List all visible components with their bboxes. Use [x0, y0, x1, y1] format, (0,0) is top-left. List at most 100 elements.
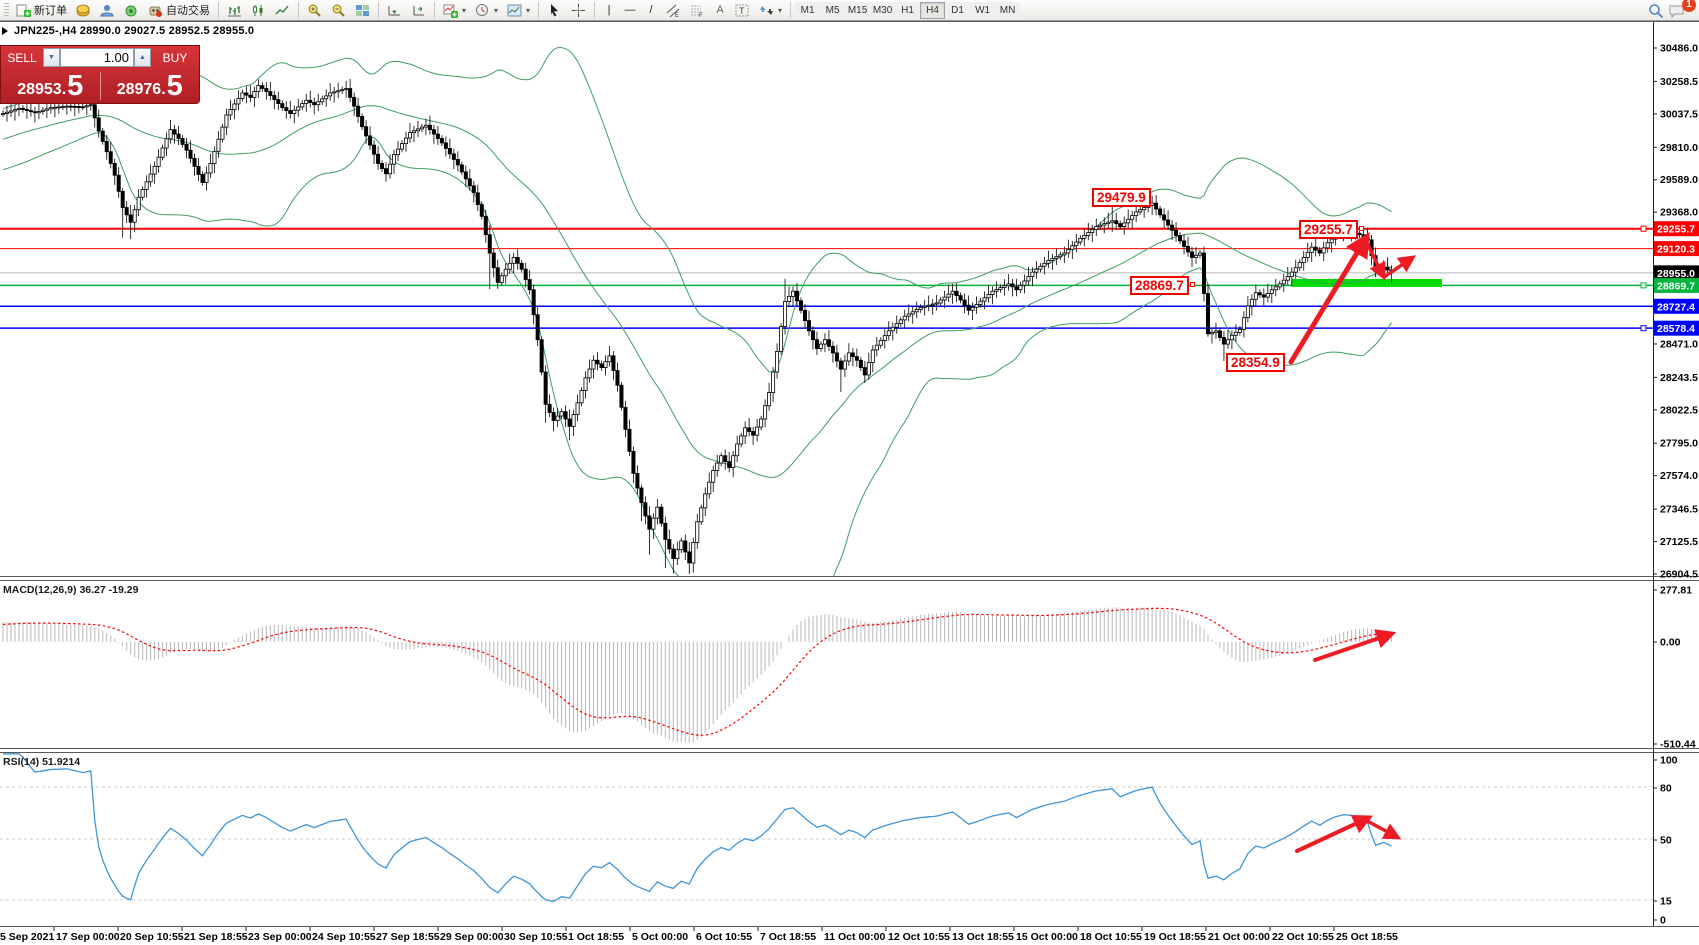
timeframe-m5[interactable]: M5 — [820, 2, 845, 19]
buy-button[interactable]: BUY — [151, 46, 199, 69]
timeframe-m30[interactable]: M30 — [870, 2, 895, 19]
auto-scroll-button[interactable] — [383, 1, 406, 19]
new-order-label: 新订单 — [34, 2, 67, 18]
svg-text:27125.5: 27125.5 — [1660, 536, 1698, 548]
search-icon[interactable] — [1648, 3, 1663, 18]
volume-increase-button[interactable]: ▲ — [134, 48, 151, 67]
date-label: 25 Oct 18:55 — [1336, 931, 1398, 943]
gold-icon — [76, 3, 91, 18]
zoom-in-icon — [307, 3, 322, 18]
trendline-icon: / — [650, 5, 653, 16]
date-label: 18 Oct 10:55 — [1080, 931, 1142, 943]
dropdown-caret: ▾ — [494, 6, 498, 15]
annotation-anchor-square — [1359, 226, 1364, 231]
zoom-in-button[interactable] — [303, 1, 326, 19]
toolbar-separator — [218, 2, 219, 18]
autotrading-button[interactable]: 自动交易 — [144, 1, 214, 19]
svg-text:100: 100 — [1660, 755, 1678, 767]
volume-decrease-button[interactable]: ▼ — [43, 48, 60, 67]
crosshair-icon — [571, 3, 586, 18]
annotation-anchor-square — [1190, 282, 1195, 287]
timeframe-h1[interactable]: H1 — [895, 2, 920, 19]
svg-text:30258.5: 30258.5 — [1660, 76, 1698, 88]
svg-text:T: T — [739, 6, 745, 16]
date-label: 21 Sep 18:55 — [184, 931, 248, 943]
date-label: 5 Sep 2021 — [0, 931, 54, 943]
vertical-line-tool[interactable]: | — [599, 1, 619, 19]
text-label-icon: T — [735, 3, 750, 18]
svg-text:277.81: 277.81 — [1660, 585, 1692, 597]
symbol-ohlc-info: JPN225-,H4 28990.0 29027.5 28952.5 28955… — [14, 25, 254, 37]
sell-price[interactable]: 28953.5 — [1, 69, 100, 103]
line-chart-mode-button[interactable] — [271, 1, 294, 19]
svg-text:28243.5: 28243.5 — [1660, 372, 1698, 384]
horizontal-line-tool[interactable]: — — [620, 1, 640, 19]
svg-text:28869.7: 28869.7 — [1657, 280, 1695, 292]
timeframe-w1[interactable]: W1 — [970, 2, 995, 19]
price-annotation-29479.9[interactable]: 29479.9 — [1092, 188, 1151, 207]
indicators-button[interactable]: ▾ — [439, 1, 470, 19]
svg-text:28471.0: 28471.0 — [1660, 338, 1698, 350]
timeframe-mn[interactable]: MN — [995, 2, 1020, 19]
timeframe-d1[interactable]: D1 — [945, 2, 970, 19]
chart-canvas[interactable]: 30486.030258.530037.529810.029589.029368… — [0, 0, 1699, 945]
date-label: 17 Sep 00:00 — [56, 931, 120, 943]
shapes-tool[interactable]: ▾ — [755, 1, 786, 19]
fibonacci-tool[interactable]: F — [686, 1, 709, 19]
svg-text:29120.3: 29120.3 — [1657, 244, 1695, 256]
svg-text:27574.0: 27574.0 — [1660, 470, 1698, 482]
add-indicator-icon — [443, 3, 458, 18]
svg-text:30037.5: 30037.5 — [1660, 108, 1698, 120]
market-watch-button[interactable] — [72, 1, 95, 19]
svg-text:29368.0: 29368.0 — [1660, 207, 1698, 219]
chart-shift-button[interactable] — [407, 1, 430, 19]
candle-chart-mode-button[interactable] — [247, 1, 270, 19]
buy-price[interactable]: 28976.5 — [101, 69, 200, 103]
label-tool[interactable]: T — [731, 1, 754, 19]
toolbar-separator — [790, 2, 791, 18]
bar-chart-icon — [227, 3, 242, 18]
zoom-out-button[interactable] — [327, 1, 350, 19]
timeframe-m1[interactable]: M1 — [795, 2, 820, 19]
svg-text:50: 50 — [1660, 835, 1672, 847]
svg-text:29589.0: 29589.0 — [1660, 174, 1698, 186]
dropdown-caret: ▾ — [778, 6, 782, 15]
svg-text:27795.0: 27795.0 — [1660, 438, 1698, 450]
notifications-icon[interactable]: 1 — [1669, 3, 1689, 18]
timeframe-h4[interactable]: H4 — [920, 2, 945, 19]
price-annotation-29255.7[interactable]: 29255.7 — [1299, 220, 1358, 239]
bar-chart-mode-button[interactable] — [223, 1, 246, 19]
date-label: 24 Sep 10:55 — [312, 931, 376, 943]
date-label: 30 Sep 10:55 — [504, 931, 568, 943]
price-annotation-28354.9[interactable]: 28354.9 — [1226, 353, 1285, 372]
date-label: 6 Oct 10:55 — [696, 931, 752, 943]
chart-shift-icon — [411, 3, 426, 18]
crosshair-button[interactable] — [567, 1, 590, 19]
new-order-button[interactable]: 新订单 — [12, 1, 71, 19]
tile-windows-button[interactable] — [351, 1, 374, 19]
date-label: 15 Oct 00:00 — [1016, 931, 1078, 943]
svg-text:26904.5: 26904.5 — [1660, 569, 1698, 581]
autotrading-robot-icon — [148, 3, 163, 18]
trendline-tool[interactable]: / — [641, 1, 661, 19]
triangle-up-icon: ▲ — [139, 54, 146, 61]
signals-icon — [124, 3, 139, 18]
community-button[interactable] — [96, 1, 119, 19]
one-click-trading-panel: SELL ▼ ▲ BUY 28953.5 28976.5 — [0, 45, 200, 104]
clock-icon — [475, 3, 490, 18]
channel-tool[interactable]: E — [662, 1, 685, 19]
date-label: 27 Sep 18:55 — [376, 931, 440, 943]
text-tool[interactable]: A — [710, 1, 730, 19]
sell-button[interactable]: SELL — [1, 46, 43, 69]
svg-text:28022.5: 28022.5 — [1660, 404, 1698, 416]
templates-button[interactable]: ▾ — [503, 1, 534, 19]
timeframe-m15[interactable]: M15 — [845, 2, 870, 19]
periods-button[interactable]: ▾ — [471, 1, 502, 19]
cursor-button[interactable] — [543, 1, 566, 19]
zoom-out-icon — [331, 3, 346, 18]
signals-button[interactable] — [120, 1, 143, 19]
highlight-zone — [1292, 279, 1442, 287]
price-annotation-28869.7[interactable]: 28869.7 — [1130, 276, 1189, 295]
volume-input[interactable] — [60, 48, 134, 67]
template-icon — [507, 3, 522, 18]
